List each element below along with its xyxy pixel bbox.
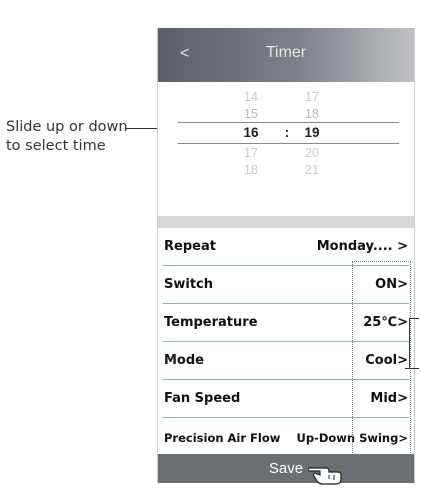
save-button[interactable]: Save — [158, 454, 414, 485]
setting-label: Temperature — [164, 315, 258, 330]
selection-line-top — [178, 122, 399, 123]
setting-value[interactable]: Monday.... > — [317, 239, 408, 254]
setting-label: Switch — [164, 277, 214, 292]
page-title: Timer — [265, 44, 307, 61]
picker-row: 14 17 — [158, 90, 414, 108]
setting-label: Fan Speed — [164, 391, 241, 406]
app-header: < Timer — [158, 28, 414, 82]
hour-option[interactable]: 18 — [236, 163, 266, 177]
annotation-leader-line — [405, 368, 419, 369]
section-divider — [158, 216, 414, 228]
instruction-line-1: Slide up or down — [6, 119, 128, 135]
setting-label: Mode — [164, 353, 204, 368]
instruction-annotation: Slide up or down to select time — [6, 118, 128, 156]
values-highlight-box — [352, 261, 411, 481]
picker-row-selected: 16 : 19 — [158, 125, 414, 143]
selected-minute[interactable]: 19 — [297, 125, 327, 140]
minute-option[interactable]: 17 — [297, 90, 327, 104]
annotation-leader-line — [409, 318, 410, 368]
picker-row: 17 20 — [158, 146, 414, 164]
instruction-line-2: to select time — [6, 138, 106, 154]
minute-option[interactable]: 20 — [297, 146, 327, 160]
setting-label: Precision Air Flow — [164, 431, 281, 445]
time-separator: : — [284, 125, 290, 140]
selection-line-bottom — [178, 143, 399, 144]
minute-option[interactable]: 18 — [297, 107, 327, 121]
picker-row: 18 21 — [158, 163, 414, 181]
setting-label: Repeat — [164, 239, 216, 254]
time-picker[interactable]: 14 17 15 18 16 : 19 17 20 18 21 — [158, 82, 414, 216]
selected-hour[interactable]: 16 — [236, 125, 266, 140]
pointing-hand-icon — [307, 462, 350, 491]
hour-option[interactable]: 17 — [236, 146, 266, 160]
phone-screen: < Timer 14 17 15 18 16 : 19 17 20 18 21 … — [157, 28, 415, 485]
save-label: Save — [268, 460, 304, 477]
minute-option[interactable]: 21 — [297, 163, 327, 177]
hour-option[interactable]: 14 — [236, 90, 266, 104]
hour-option[interactable]: 15 — [236, 107, 266, 121]
annotation-leader-line — [409, 318, 419, 319]
